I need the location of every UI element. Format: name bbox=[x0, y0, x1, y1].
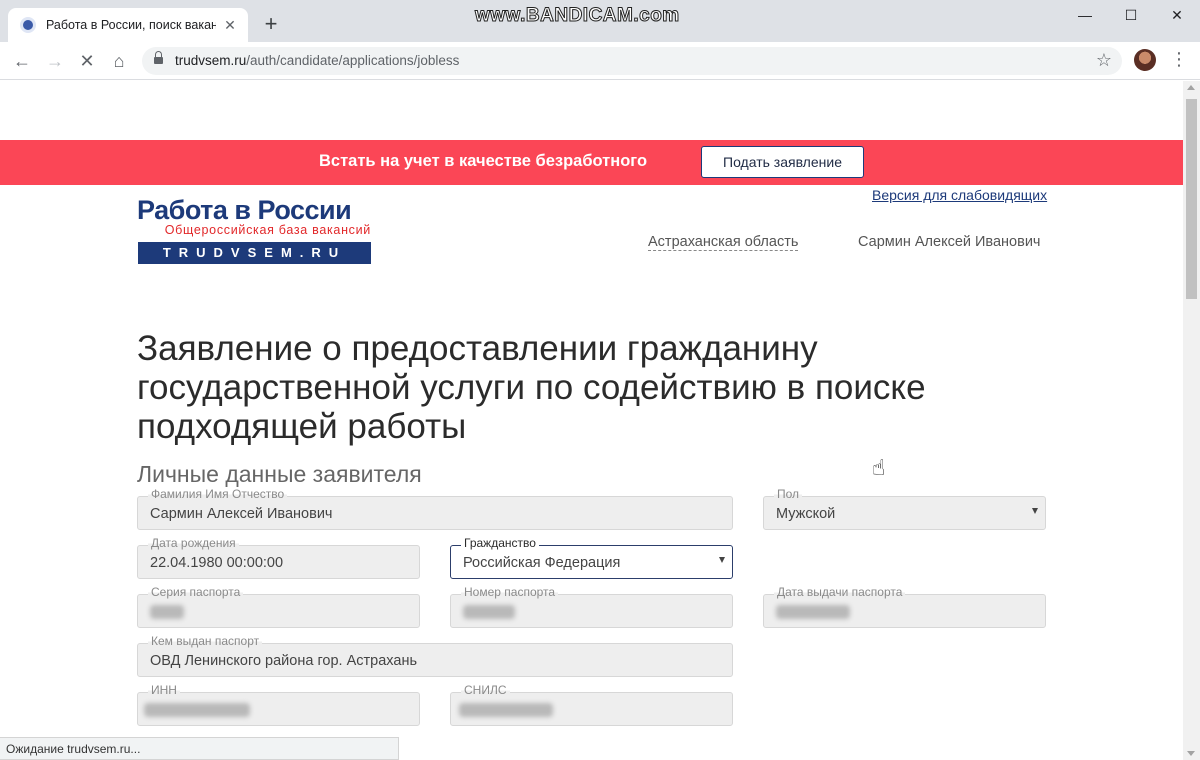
kebab-menu-icon[interactable]: ⋮ bbox=[1170, 50, 1188, 70]
stop-loading-icon[interactable]: ✕ bbox=[75, 49, 99, 73]
snils-field[interactable]: СНИЛС bbox=[450, 683, 733, 726]
birth-date-field[interactable]: Дата рождения 22.04.1980 00:00:00 bbox=[137, 536, 420, 579]
url-text: trudvsem.ru/auth/candidate/applications/… bbox=[175, 53, 460, 68]
passport-number-label: Номер паспорта bbox=[461, 585, 559, 599]
home-icon[interactable]: ⌂ bbox=[107, 49, 131, 73]
passport-issuer-value: ОВД Ленинского района гор. Астрахань bbox=[150, 653, 418, 669]
chevron-down-icon bbox=[1032, 508, 1038, 514]
submit-application-button[interactable]: Подать заявление bbox=[701, 146, 864, 178]
gender-value: Мужской bbox=[776, 506, 836, 522]
minimize-icon[interactable]: — bbox=[1062, 0, 1108, 32]
logo-title: Работа в России bbox=[137, 195, 352, 225]
scrollbar-thumb[interactable] bbox=[1186, 99, 1197, 299]
chevron-down-icon bbox=[719, 557, 725, 563]
full-name-label: Фамилия Имя Отчество bbox=[148, 487, 288, 501]
hand-cursor-icon: ☝ bbox=[872, 455, 886, 480]
page-title: Заявление о предоставлении гражданину го… bbox=[137, 329, 926, 446]
gender-select[interactable]: Пол Мужской bbox=[763, 487, 1046, 530]
passport-number-field[interactable]: Номер паспорта bbox=[450, 585, 733, 628]
passport-issuer-label: Кем выдан паспорт bbox=[148, 634, 263, 648]
maximize-icon[interactable]: ☐ bbox=[1108, 0, 1154, 32]
address-bar[interactable]: trudvsem.ru/auth/candidate/applications/… bbox=[142, 47, 1122, 75]
birth-date-label: Дата рождения bbox=[148, 536, 239, 550]
logo-domain: TRUDVSEM.RU bbox=[138, 242, 371, 264]
logo-subtitle: Общероссийская база вакансий bbox=[164, 223, 371, 237]
gender-label: Пол bbox=[774, 487, 803, 501]
profile-avatar[interactable] bbox=[1134, 49, 1156, 71]
window-controls: — ☐ ✕ bbox=[1062, 0, 1200, 32]
recorder-watermark: www.BANDICAM.com bbox=[475, 5, 680, 27]
region-selector-link[interactable]: Астраханская область bbox=[648, 234, 799, 251]
forward-arrow-icon[interactable]: → bbox=[43, 49, 67, 73]
redacted-value bbox=[459, 703, 553, 717]
page-viewport: Встать на учет в качестве безработного П… bbox=[0, 81, 1183, 760]
citizenship-label: Гражданство bbox=[461, 536, 539, 550]
citizenship-select[interactable]: Гражданство Российская Федерация bbox=[450, 536, 733, 579]
user-name-link[interactable]: Сармин Алексей Иванович bbox=[858, 234, 1040, 250]
lock-icon bbox=[154, 51, 163, 66]
site-logo[interactable]: Работа в России Общероссийская база вака… bbox=[137, 195, 373, 265]
close-window-icon[interactable]: ✕ bbox=[1154, 0, 1200, 32]
bookmark-star-icon[interactable]: ☆ bbox=[1096, 50, 1112, 71]
back-arrow-icon[interactable]: ← bbox=[10, 49, 34, 73]
tab-title: Работа в России, поиск вакансий bbox=[46, 18, 216, 32]
passport-issue-date-label: Дата выдачи паспорта bbox=[774, 585, 906, 599]
page-scrollbar[interactable] bbox=[1183, 81, 1200, 760]
full-name-field[interactable]: Фамилия Имя Отчество Сармин Алексей Иван… bbox=[137, 487, 733, 530]
birth-date-value: 22.04.1980 00:00:00 bbox=[150, 555, 284, 571]
browser-tab[interactable]: Работа в России, поиск вакансий ✕ bbox=[8, 8, 248, 42]
banner-text: Встать на учет в качестве безработного bbox=[319, 152, 648, 170]
redacted-value bbox=[144, 703, 250, 717]
snils-label: СНИЛС bbox=[461, 683, 510, 697]
scroll-up-arrow-icon[interactable] bbox=[1187, 85, 1195, 90]
inn-label: ИНН bbox=[148, 683, 180, 697]
redacted-value bbox=[776, 605, 850, 619]
browser-tab-strip: Работа в России, поиск вакансий ✕ + www.… bbox=[0, 0, 1200, 42]
full-name-value: Сармин Алексей Иванович bbox=[150, 506, 333, 522]
passport-issuer-field[interactable]: Кем выдан паспорт ОВД Ленинского района … bbox=[137, 634, 733, 677]
redacted-value bbox=[463, 605, 515, 619]
accessibility-version-link[interactable]: Версия для слабовидящих bbox=[872, 187, 1047, 203]
passport-series-field[interactable]: Серия паспорта bbox=[137, 585, 420, 628]
passport-series-label: Серия паспорта bbox=[148, 585, 244, 599]
passport-issue-date-field[interactable]: Дата выдачи паспорта bbox=[763, 585, 1046, 628]
inn-field[interactable]: ИНН bbox=[137, 683, 420, 726]
browser-toolbar: ← → ✕ ⌂ trudvsem.ru/auth/candidate/appli… bbox=[0, 42, 1200, 80]
tab-close-icon[interactable]: ✕ bbox=[222, 17, 238, 33]
jobless-registration-banner: Встать на учет в качестве безработного П… bbox=[0, 140, 1183, 185]
site-favicon-icon bbox=[20, 17, 36, 33]
redacted-value bbox=[150, 605, 184, 619]
citizenship-value: Российская Федерация bbox=[463, 555, 621, 571]
scroll-down-arrow-icon[interactable] bbox=[1187, 751, 1195, 756]
section-title: Личные данные заявителя bbox=[137, 461, 422, 487]
new-tab-plus-icon[interactable]: + bbox=[258, 12, 284, 38]
browser-status-bar: Ожидание trudvsem.ru... bbox=[0, 737, 399, 760]
